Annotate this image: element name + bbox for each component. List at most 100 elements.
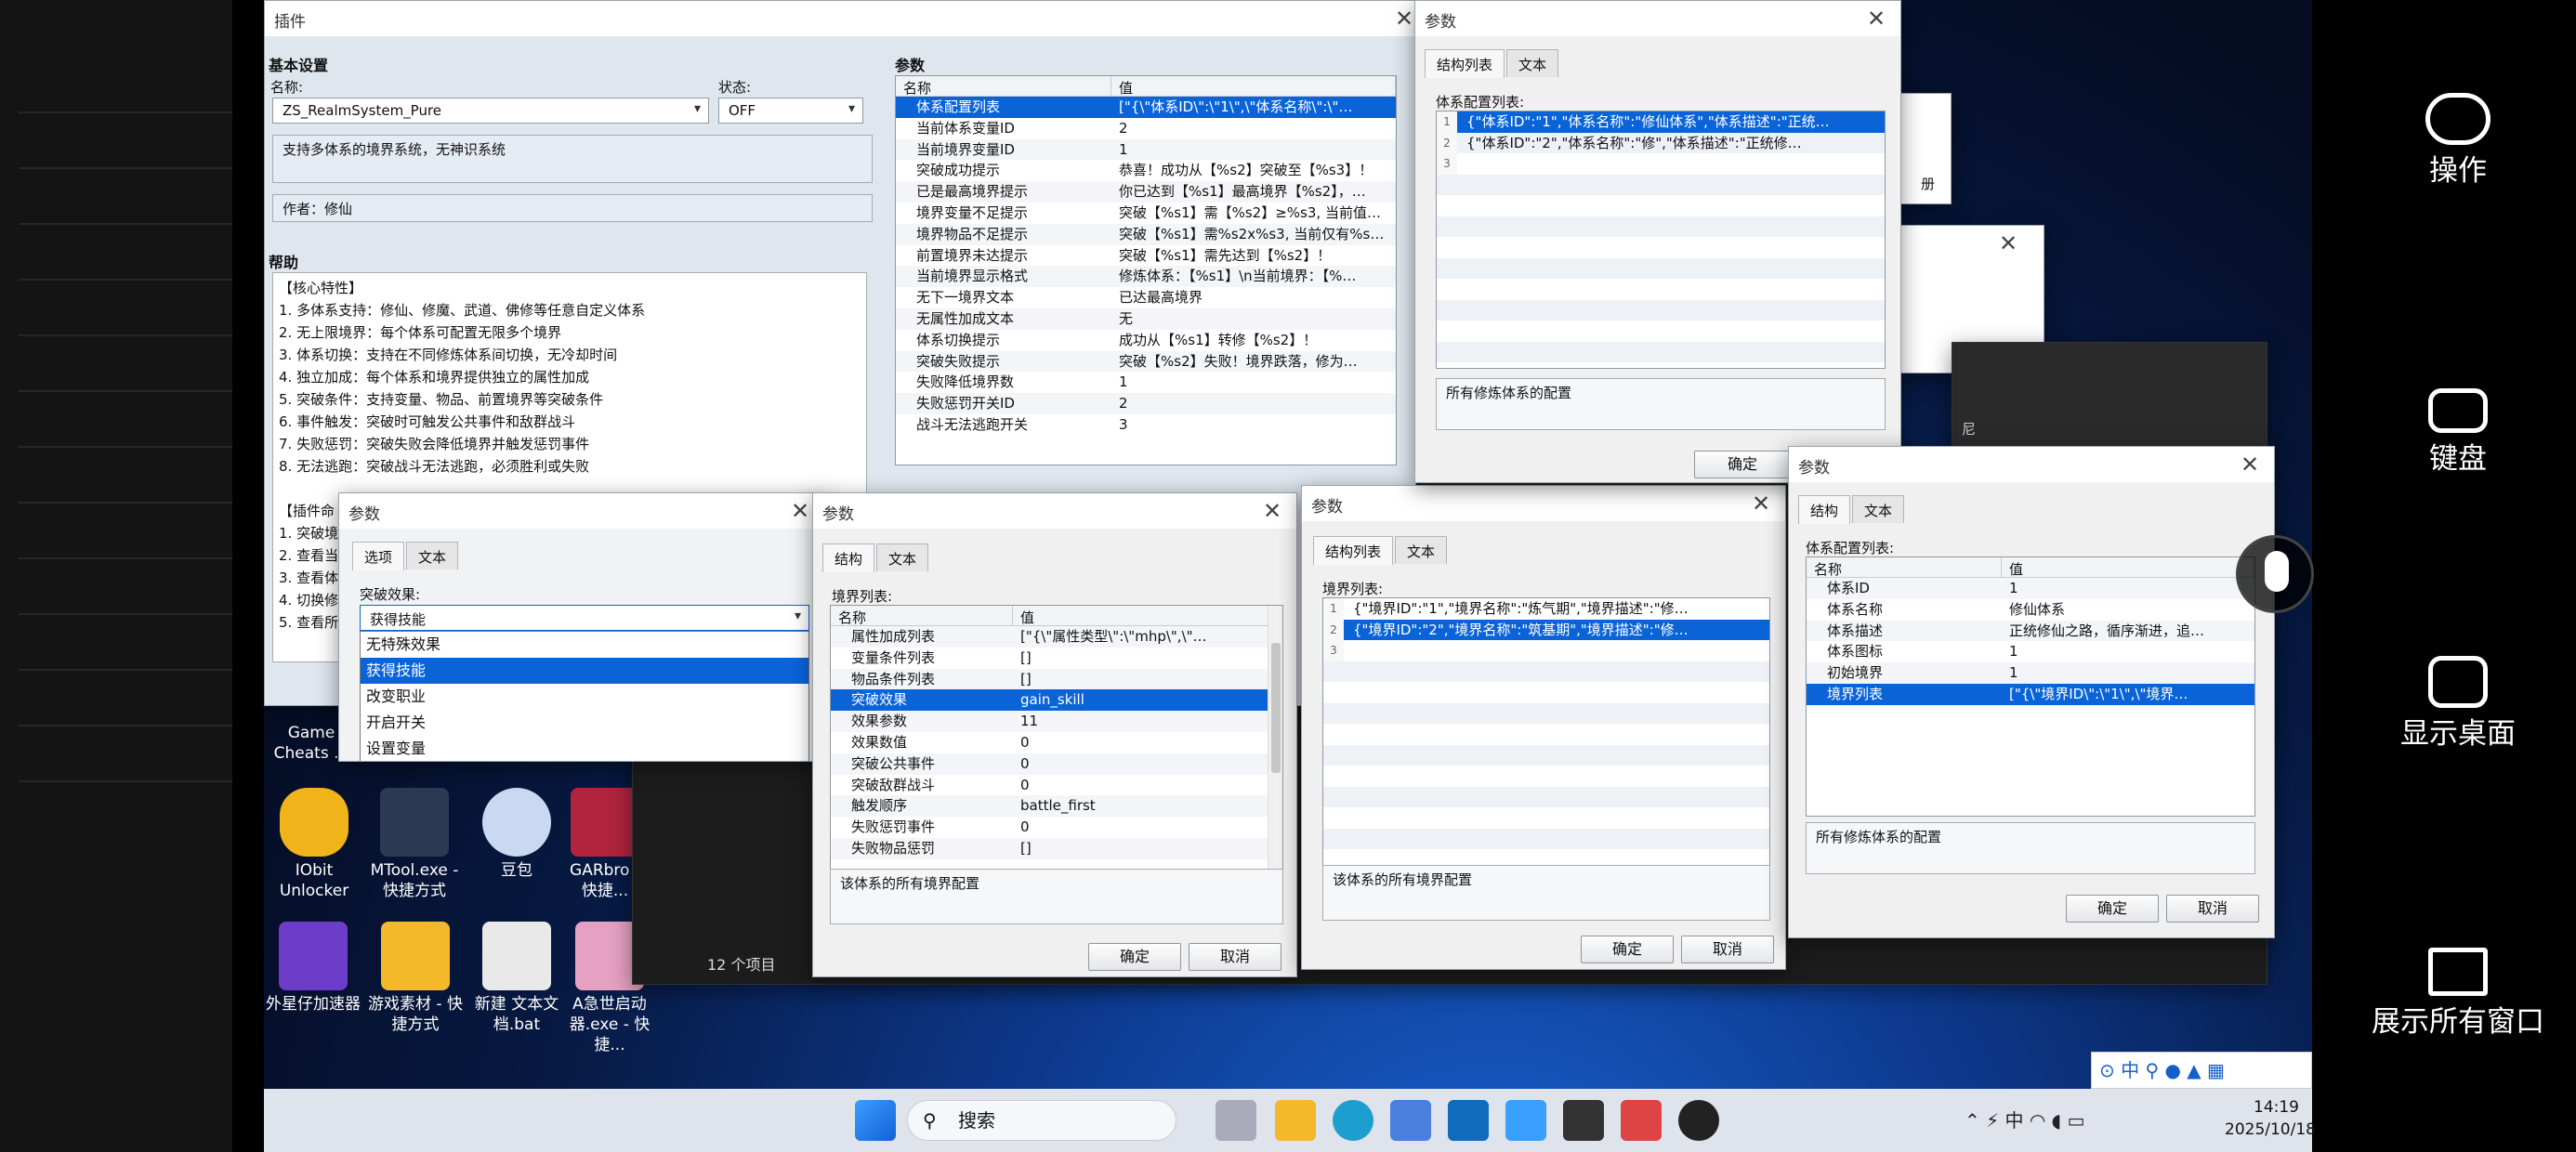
outlook-icon[interactable] — [1448, 1100, 1489, 1141]
param-row[interactable]: 无属性加成文本 无 — [896, 308, 1396, 330]
param-row[interactable]: 失败惩罚事件 0 — [831, 817, 1282, 838]
dropdown-option[interactable]: 开启开关 — [361, 710, 808, 736]
tab-struct[interactable]: 结构 — [1798, 495, 1851, 524]
list-item[interactable]: 3 — [1437, 153, 1885, 175]
param-row[interactable]: 初始境界 1 — [1807, 662, 2254, 684]
name-dropdown[interactable]: ZS_RealmSystem_Pure — [272, 98, 709, 124]
desktop-icon[interactable]: 豆包 — [474, 788, 559, 881]
param-row[interactable]: 体系配置列表 ["{\"体系ID\":\"1\",\"体系名称\":\"… — [896, 97, 1396, 118]
tab-text[interactable]: 文本 — [1506, 49, 1559, 77]
close-icon[interactable]: ✕ — [1860, 3, 1893, 34]
tab-struct-list[interactable]: 结构列表 — [1313, 536, 1394, 565]
side-keyboard[interactable]: 键盘 — [2370, 388, 2546, 478]
param-row[interactable]: 当前境界显示格式 修炼体系：【%s1】\n当前境界：【%… — [896, 266, 1396, 288]
param-row[interactable]: 当前境界变量ID 1 — [896, 138, 1396, 161]
cancel-button[interactable]: 取消 — [1681, 936, 1774, 963]
list-item[interactable]: 2 {"体系ID":"2","体系名称":"修","体系描述":"正统修… — [1437, 132, 1885, 153]
param-row[interactable]: 突破失败提示 突破【%s2】失败！境界跌落，修为… — [896, 350, 1396, 373]
cancel-button[interactable]: 取消 — [2166, 895, 2259, 923]
help-line: 1. 多体系支持：修仙、修魔、武道、佛修等任意自定义体系 — [279, 302, 646, 319]
param-row[interactable]: 体系描述 正统修仙之路，循序渐进，追… — [1807, 620, 2254, 642]
param-row[interactable]: 体系名称 修仙体系 — [1807, 599, 2254, 621]
param-row[interactable]: 境界物品不足提示 突破【%s1】需%s2x%s3, 当前仅有%s… — [896, 223, 1396, 245]
desktop-icon[interactable]: IObit Unlocker — [269, 788, 359, 901]
close-icon[interactable]: ✕ — [1387, 3, 1415, 34]
param-row[interactable]: 境界变量不足提示 突破【%s1】需【%s2】≥%s3, 当前值… — [896, 203, 1396, 224]
param-row[interactable]: 效果数值 0 — [831, 732, 1282, 753]
tab-text[interactable]: 文本 — [876, 543, 929, 571]
ok-button[interactable]: 确定 — [1694, 451, 1791, 478]
effect-dialog: 参数 ✕ 选项文本 突破效果: 获得技能 无特殊效果获得技能改变职业开启开关设置… — [338, 492, 825, 762]
ok-button[interactable]: 确定 — [1088, 943, 1181, 971]
param-row[interactable]: 战斗无法逃跑开关 3 — [896, 414, 1396, 436]
task-view-icon[interactable] — [1216, 1100, 1256, 1141]
ime-indicator[interactable]: 中 — [2005, 1109, 2024, 1132]
dropdown-option[interactable]: 设置变量 — [361, 736, 808, 761]
tab-text[interactable]: 文本 — [1395, 536, 1448, 564]
system-list-note: 所有修炼体系的配置 — [1436, 378, 1886, 430]
tab-text[interactable]: 文本 — [406, 542, 459, 569]
app-icon[interactable] — [1505, 1100, 1546, 1141]
dialog-title: 参数 — [1789, 447, 2274, 482]
param-row[interactable]: 变量条件列表 [] — [831, 648, 1282, 669]
param-row[interactable]: 效果参数 11 — [831, 711, 1282, 732]
rpg-maker-icon[interactable] — [1621, 1100, 1662, 1141]
tab-text[interactable]: 文本 — [1852, 495, 1905, 523]
desktop-icon[interactable]: 外星仔加速器 — [262, 922, 364, 1015]
dropdown-option[interactable]: 获得技能 — [361, 658, 808, 684]
param-row[interactable]: 突破敌群战斗 0 — [831, 775, 1282, 796]
list-item[interactable]: 1 {"体系ID":"1","体系名称":"修仙体系","体系描述":"正统… — [1437, 111, 1885, 133]
dropdown-option[interactable]: 改变职业 — [361, 684, 808, 710]
param-row[interactable]: 突破效果 gain_skill — [831, 689, 1282, 712]
tab-options[interactable]: 选项 — [352, 542, 405, 570]
param-row[interactable]: 前置境界未达提示 突破【%s1】需先达到【%s2】！ — [896, 245, 1396, 267]
cancel-button[interactable]: 取消 — [1189, 943, 1281, 971]
param-row[interactable]: 体系ID 1 — [1807, 578, 2254, 599]
store-icon[interactable] — [1390, 1100, 1431, 1141]
desktop-icon[interactable]: MTool.exe - 快捷方式 — [364, 788, 465, 901]
tab-struct-list[interactable]: 结构列表 — [1425, 49, 1505, 78]
ime-mode[interactable]: 中 — [2121, 1059, 2139, 1081]
clock[interactable]: 14:19 2025/10/18 — [2225, 1096, 2316, 1141]
start-icon[interactable] — [855, 1100, 896, 1141]
param-row[interactable]: 境界列表 ["{\"境界ID\":\"1\",\"境界… — [1807, 683, 2254, 705]
side-show-desktop[interactable]: 显示桌面 — [2370, 656, 2546, 753]
ok-button[interactable]: 确定 — [1581, 936, 1674, 963]
param-row[interactable]: 触发顺序 battle_first — [831, 795, 1282, 818]
param-row[interactable]: 失败降低境界数 1 — [896, 372, 1396, 393]
side-operate[interactable]: 操作 — [2370, 93, 2546, 190]
param-row[interactable]: 当前体系变量ID 2 — [896, 118, 1396, 139]
close-icon[interactable]: ✕ — [1744, 488, 1778, 519]
desktop-icon[interactable]: 游戏素材 - 快捷方式 — [364, 922, 467, 1035]
param-row[interactable]: 无下一境界文本 已达最高境界 — [896, 287, 1396, 308]
close-icon[interactable]: ✕ — [2233, 449, 2267, 480]
param-row[interactable]: 失败物品惩罚 [] — [831, 837, 1282, 859]
app-icon-2[interactable] — [1563, 1100, 1604, 1141]
param-row[interactable]: 属性加成列表 ["{\"属性类型\":\"mhp\",\"… — [831, 626, 1282, 648]
qq-icon[interactable] — [1678, 1100, 1719, 1141]
param-name: 物品条件列表 — [851, 670, 936, 687]
desktop-icon[interactable]: 新建 文本文档.bat — [474, 922, 559, 1035]
close-icon[interactable]: ✕ — [1991, 228, 2025, 259]
ok-button[interactable]: 确定 — [2066, 895, 2159, 923]
param-name: 突破公共事件 — [851, 754, 936, 772]
param-row[interactable]: 突破成功提示 恭喜！成功从【%s2】突破至【%s3】！ — [896, 160, 1396, 181]
param-row[interactable]: 体系图标 1 — [1807, 641, 2254, 662]
dropdown-option[interactable]: 无特殊效果 — [361, 632, 808, 658]
param-row[interactable]: 失败惩罚开关ID 2 — [896, 393, 1396, 414]
search-box[interactable]: ⚲ 搜索 — [907, 1100, 1176, 1141]
list-item[interactable]: 3 — [1323, 640, 1769, 661]
file-explorer-icon[interactable] — [1275, 1100, 1316, 1141]
close-icon[interactable]: ✕ — [1255, 495, 1289, 527]
list-item[interactable]: 1 {"境界ID":"1","境界名称":"炼气期","境界描述":"修… — [1323, 598, 1769, 620]
edge-icon[interactable] — [1333, 1100, 1373, 1141]
param-row[interactable]: 已是最高境界提示 你已达到【%s1】最高境界【%s2】，… — [896, 181, 1396, 203]
param-row[interactable]: 突破公共事件 0 — [831, 753, 1282, 775]
list-item[interactable]: 2 {"境界ID":"2","境界名称":"筑基期","境界描述":"修… — [1323, 619, 1769, 640]
side-all-windows[interactable]: 展示所有窗口 — [2370, 948, 2546, 1041]
param-row[interactable]: 物品条件列表 [] — [831, 668, 1282, 690]
param-row[interactable]: 体系切换提示 成功从【%s1】转修【%s2】！ — [896, 330, 1396, 351]
tab-struct[interactable]: 结构 — [822, 543, 875, 572]
effect-dropdown[interactable]: 获得技能 — [360, 605, 809, 631]
status-dropdown[interactable]: OFF — [718, 98, 863, 124]
